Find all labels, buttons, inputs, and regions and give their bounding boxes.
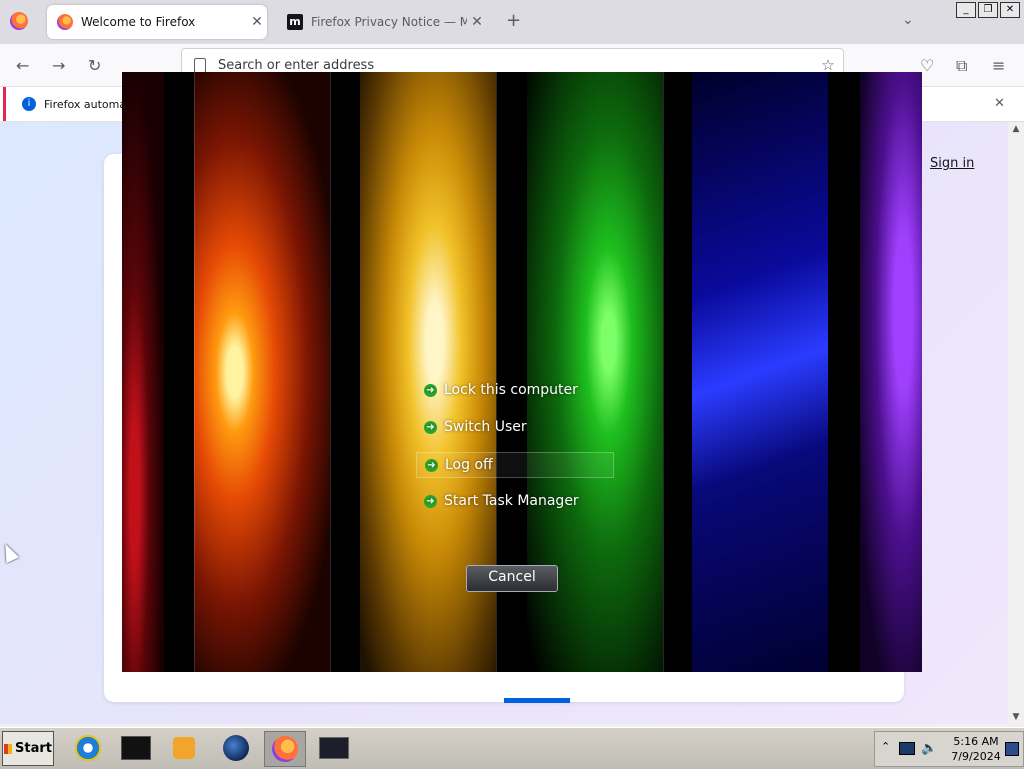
clock-time[interactable]: 5:16 AM xyxy=(951,735,1001,748)
tab-bar: Welcome to Firefox ✕ m Firefox Privacy N… xyxy=(0,0,1024,44)
tab-label: Firefox Privacy Notice — Mozilla xyxy=(311,15,467,29)
option-switch-user[interactable]: ➜ Switch User xyxy=(424,415,527,439)
tab-label: Welcome to Firefox xyxy=(81,15,196,29)
extensions-icon[interactable]: ⧉ xyxy=(956,56,967,76)
option-label: Log off xyxy=(445,457,493,473)
list-all-tabs-icon[interactable]: ⌄ xyxy=(902,12,914,28)
notification-text: Firefox automat xyxy=(44,97,131,111)
minimize-icon[interactable]: _ xyxy=(956,2,976,18)
scroll-down-icon[interactable]: ▼ xyxy=(1008,712,1024,722)
scroll-up-icon[interactable]: ▲ xyxy=(1008,124,1024,134)
window-controls: _ ❐ ✕ xyxy=(956,2,1020,18)
globe-icon[interactable] xyxy=(216,731,256,765)
page-icon xyxy=(194,57,206,73)
show-hidden-icons-icon[interactable]: ⌃ xyxy=(881,740,890,753)
band-edge xyxy=(663,72,664,672)
internet-explorer-icon[interactable] xyxy=(68,731,108,765)
page-scrollbar[interactable]: ▲ ▼ xyxy=(1008,122,1024,724)
terminal-icon[interactable] xyxy=(116,731,156,765)
band-edge xyxy=(330,72,331,672)
step-indicator xyxy=(504,698,570,703)
arrow-right-icon: ➜ xyxy=(424,383,437,397)
pocket-icon[interactable]: ♡ xyxy=(920,56,934,75)
close-window-icon[interactable]: ✕ xyxy=(1000,2,1020,18)
close-notification-icon[interactable]: ✕ xyxy=(994,96,1005,111)
arrow-right-icon: ➜ xyxy=(425,458,438,472)
notification-stripe xyxy=(3,87,6,121)
new-tab-button[interactable]: + xyxy=(506,10,521,31)
address-input[interactable] xyxy=(216,56,813,74)
arrow-right-icon: ➜ xyxy=(424,494,437,508)
firefox-favicon-icon xyxy=(57,14,73,30)
start-label: Start xyxy=(15,741,52,756)
wallpaper-band-red xyxy=(122,72,164,672)
media-player-icon[interactable] xyxy=(164,731,204,765)
reload-icon[interactable]: ↻ xyxy=(88,56,101,75)
volume-icon[interactable]: 🔈 xyxy=(921,741,937,756)
system-tray: ⌃ 🔈 5:16 AM 7/9/2024 xyxy=(874,731,1024,767)
option-label: Start Task Manager xyxy=(444,493,579,509)
tab-privacy-notice[interactable]: m Firefox Privacy Notice — Mozilla ✕ xyxy=(277,5,487,39)
back-icon[interactable]: ← xyxy=(16,56,29,75)
band-edge xyxy=(194,72,195,672)
firefox-icon[interactable] xyxy=(264,731,306,767)
taskbar: Start ⌃ 🔈 5:16 AM 7/9/2024 xyxy=(0,727,1024,769)
display-icon[interactable] xyxy=(314,731,354,765)
sign-in-link[interactable]: Sign in xyxy=(930,156,974,171)
menu-icon[interactable]: ≡ xyxy=(992,56,1005,75)
show-desktop-icon[interactable] xyxy=(1005,742,1019,756)
arrow-right-icon: ➜ xyxy=(424,420,437,434)
close-tab-icon[interactable]: ✕ xyxy=(247,14,267,30)
restore-icon[interactable]: ❐ xyxy=(978,2,998,18)
cancel-button[interactable]: Cancel xyxy=(466,565,558,592)
option-log-off[interactable]: ➜ Log off xyxy=(416,452,614,478)
clock-date[interactable]: 7/9/2024 xyxy=(951,750,1001,763)
info-icon: i xyxy=(22,97,36,111)
option-label: Lock this computer xyxy=(444,382,578,398)
security-screen: ➜ Lock this computer ➜ Switch User ➜ Log… xyxy=(122,72,922,672)
option-lock-computer[interactable]: ➜ Lock this computer xyxy=(424,378,578,402)
tab-welcome[interactable]: Welcome to Firefox ✕ xyxy=(47,5,267,39)
windows-flag-icon xyxy=(4,743,12,754)
start-button[interactable]: Start xyxy=(2,731,54,766)
mozilla-favicon-icon: m xyxy=(287,14,303,30)
option-label: Switch User xyxy=(444,419,527,435)
wallpaper-band-purple xyxy=(860,72,922,672)
network-icon[interactable] xyxy=(899,742,915,755)
forward-icon[interactable]: → xyxy=(52,56,65,75)
wallpaper-band-blue xyxy=(692,72,828,672)
option-start-task-manager[interactable]: ➜ Start Task Manager xyxy=(424,489,579,513)
close-tab-icon[interactable]: ✕ xyxy=(467,14,487,30)
wallpaper-band-orange xyxy=(194,72,330,672)
firefox-logo-icon[interactable] xyxy=(10,12,28,30)
